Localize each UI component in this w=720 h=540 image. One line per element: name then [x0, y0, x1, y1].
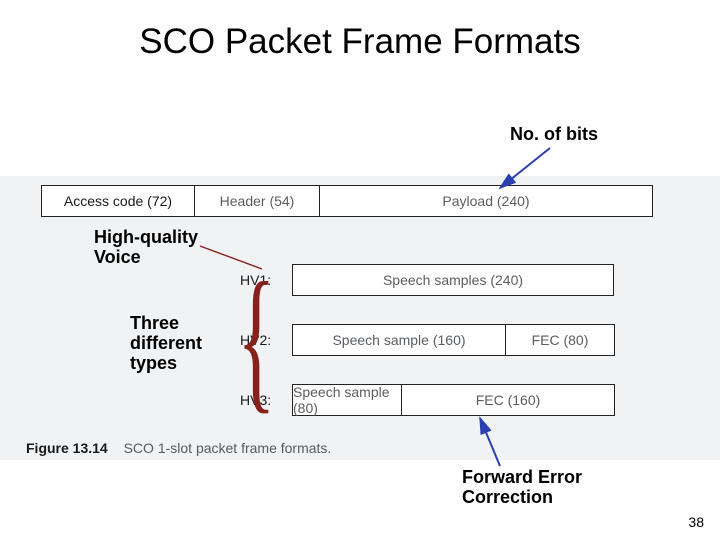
hv1-row: HV1: Speech samples (240): [240, 265, 614, 295]
hv1-speech: Speech samples (240): [293, 265, 613, 295]
cell-header: Header (54): [195, 186, 320, 216]
page-title: SCO Packet Frame Formats: [0, 22, 720, 62]
annot-no-of-bits: No. of bits: [510, 125, 598, 145]
figure-number: Figure 13.14: [26, 440, 108, 456]
hv2-fec: FEC (80): [506, 325, 614, 355]
page-number: 38: [688, 514, 704, 530]
scanned-figure-bg: [0, 176, 720, 460]
annot-three-l1: Three: [130, 313, 179, 333]
annot-fec-l1: Forward Error: [462, 467, 582, 487]
hv3-fec: FEC (160): [402, 385, 614, 415]
hv2-row: HV2: Speech sample (160) FEC (80): [240, 325, 615, 355]
hv2-speech: Speech sample (160): [293, 325, 506, 355]
packet-header-row: Access code (72) Header (54) Payload (24…: [41, 185, 653, 217]
annot-hqv-l1: High-quality: [94, 227, 198, 247]
annot-three-l2: different: [130, 333, 202, 353]
figure-caption: Figure 13.14 SCO 1-slot packet frame for…: [26, 440, 331, 456]
cell-access-code: Access code (72): [42, 186, 195, 216]
annot-hqv-l2: Voice: [94, 247, 141, 267]
cell-payload: Payload (240): [320, 186, 652, 216]
annot-fec: Forward Error Correction: [462, 468, 582, 508]
hv3-speech: Speech sample (80): [293, 385, 402, 415]
annot-three-l3: types: [130, 353, 177, 373]
annot-fec-l2: Correction: [462, 487, 553, 507]
figure-caption-text: SCO 1-slot packet frame formats.: [124, 440, 332, 456]
brace-icon: {: [237, 258, 275, 418]
annot-three-types: Three different types: [130, 314, 202, 373]
annot-high-quality-voice: High-quality Voice: [94, 228, 198, 268]
hv3-row: HV3: Speech sample (80) FEC (160): [240, 385, 615, 415]
